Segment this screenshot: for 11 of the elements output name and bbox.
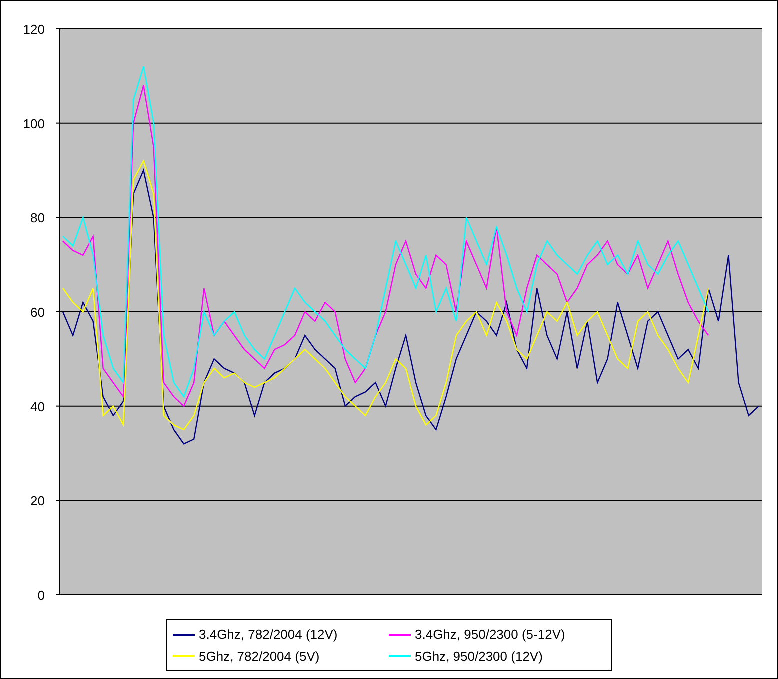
tick-label: 100 [23,116,45,132]
tick-label: 80 [30,210,45,226]
tick-label: 120 [23,22,45,37]
legend-label: 5Ghz, 782/2004 (5V) [199,648,320,666]
tick-label: 40 [30,399,45,414]
tick-label: 60 [30,305,45,320]
tick-label: 20 [30,494,45,509]
legend-label: 3.4Ghz, 950/2300 (5-12V) [415,626,566,644]
legend-label: 5Ghz, 950/2300 (12V) [415,648,543,666]
tick-label: 0 [38,588,45,603]
legend-label: 3.4Ghz, 782/2004 (12V) [199,626,338,644]
